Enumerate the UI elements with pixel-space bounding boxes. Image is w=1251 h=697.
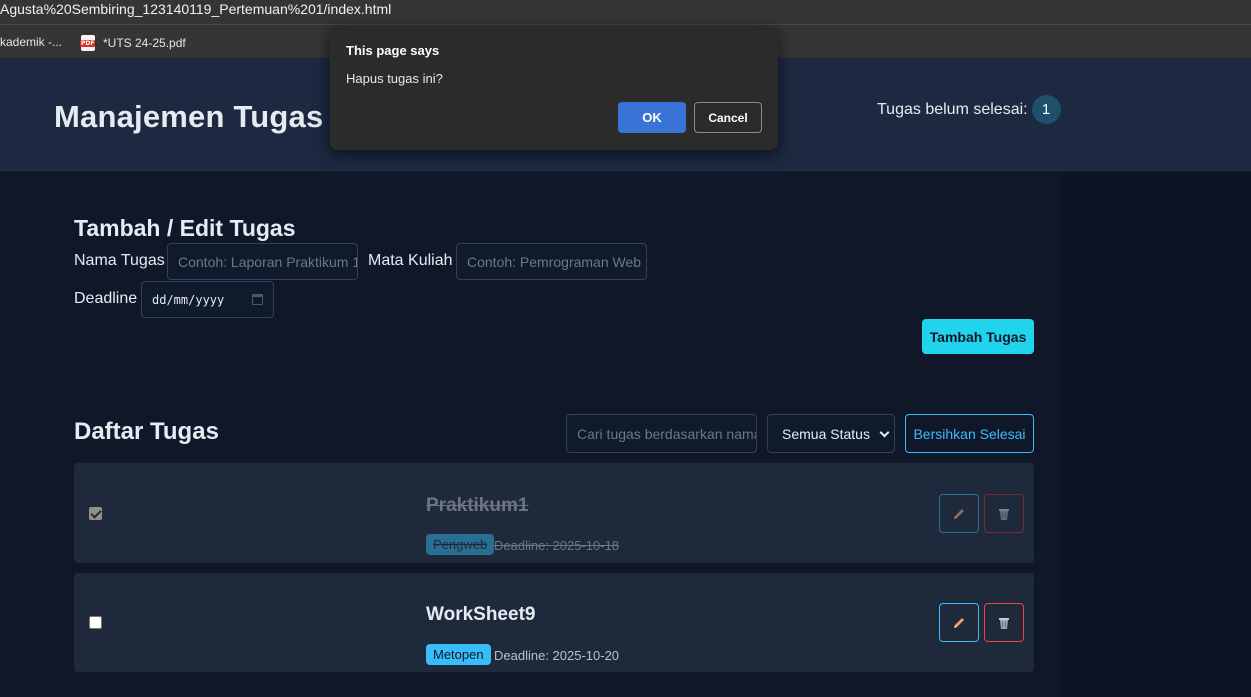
calendar-icon[interactable] <box>252 294 263 305</box>
list-title: Daftar Tugas <box>74 418 219 445</box>
task-name-placeholder: Contoh: Laporan Praktikum 1 <box>178 253 358 270</box>
form-title: Tambah / Edit Tugas <box>74 215 296 241</box>
deadline-input[interactable]: dd/mm/yyyy <box>141 281 274 318</box>
dialog-message: Hapus tugas ini? <box>346 71 443 86</box>
bookmark-label: kademik -... <box>0 35 63 49</box>
page-margin <box>1062 172 1251 697</box>
pending-count-badge: 1 <box>1031 95 1061 124</box>
bookmark-uts-pdf[interactable]: *UTS 24-25.pdf <box>80 35 186 51</box>
cancel-button[interactable]: Cancel <box>694 102 762 133</box>
course-tag: Pengweb <box>426 534 495 555</box>
task-deadline: Deadline: 2025-10-18 <box>494 538 620 553</box>
task-name: WorkSheet9 <box>426 604 536 625</box>
search-placeholder: Cari tugas berdasarkan nama <box>577 425 757 442</box>
task-name-input[interactable]: Contoh: Laporan Praktikum 1 <box>167 243 358 280</box>
course-input[interactable]: Contoh: Pemrograman Web <box>456 243 647 280</box>
bookmark-akademik[interactable]: kademik -... <box>0 35 62 49</box>
ok-button[interactable]: OK <box>618 102 686 133</box>
edit-button[interactable] <box>939 603 979 642</box>
pencil-icon <box>954 508 964 519</box>
page-title: Manajemen Tugas <box>54 99 324 134</box>
task-name-label: Nama Tugas <box>74 252 165 269</box>
course-tag: Metopen <box>426 644 491 665</box>
dialog-title: This page says <box>346 43 440 58</box>
delete-button[interactable] <box>984 494 1024 533</box>
pdf-icon <box>80 35 96 51</box>
bookmark-label: *UTS 24-25.pdf <box>103 36 186 50</box>
task-item: Praktikum1 Pengweb Deadline: 2025-10-18 <box>74 463 1034 563</box>
pencil-icon <box>954 617 964 628</box>
clear-completed-button[interactable]: Bersihkan Selesai <box>905 414 1034 453</box>
course-placeholder: Contoh: Pemrograman Web <box>467 253 642 270</box>
course-label: Mata Kuliah <box>368 252 453 269</box>
chevron-down-icon <box>879 427 890 438</box>
trash-icon <box>999 508 1009 520</box>
delete-button[interactable] <box>984 603 1024 642</box>
address-bar[interactable]: Agusta%20Sembiring_123140119_Pertemuan%2… <box>0 0 1251 24</box>
pending-counter: Tugas belum selesai: 1 <box>877 95 1061 124</box>
task-item: WorkSheet9 Metopen Deadline: 2025-10-20 <box>74 573 1034 672</box>
status-filter-select[interactable]: Semua Status <box>767 414 895 453</box>
confirm-dialog: This page says Hapus tugas ini? OK Cance… <box>330 26 778 150</box>
search-input[interactable]: Cari tugas berdasarkan nama <box>566 414 757 453</box>
trash-icon <box>999 617 1009 629</box>
add-task-button[interactable]: Tambah Tugas <box>922 319 1034 354</box>
task-complete-checkbox[interactable] <box>89 507 102 520</box>
pending-label: Tugas belum selesai: <box>877 100 1028 118</box>
deadline-placeholder: dd/mm/yyyy <box>152 292 225 307</box>
deadline-label: Deadline <box>74 290 138 307</box>
url-text: Agusta%20Sembiring_123140119_Pertemuan%2… <box>0 1 392 17</box>
task-complete-checkbox[interactable] <box>89 616 102 629</box>
task-deadline: Deadline: 2025-10-20 <box>494 648 620 663</box>
status-filter-value: Semua Status <box>782 425 870 442</box>
edit-button[interactable] <box>939 494 979 533</box>
task-name: Praktikum1 <box>426 495 529 516</box>
